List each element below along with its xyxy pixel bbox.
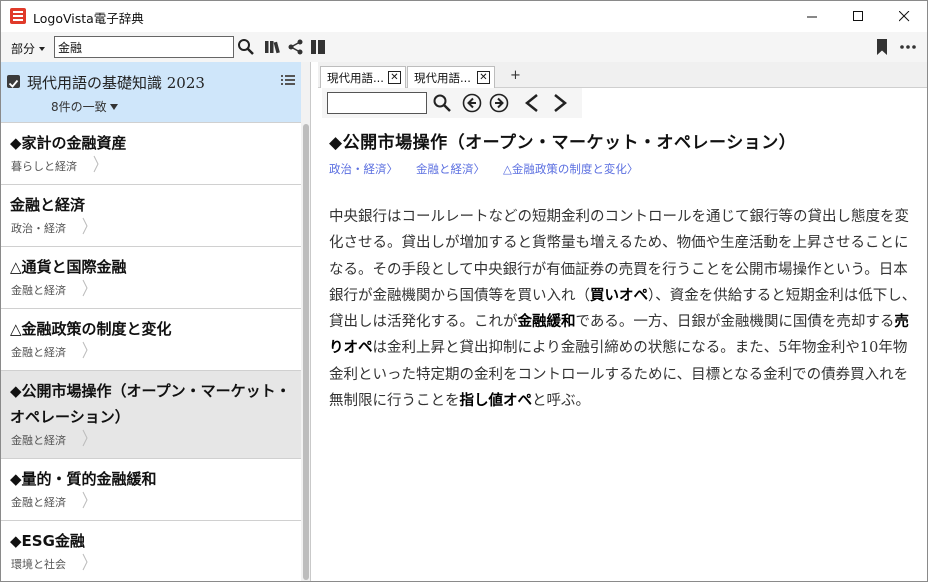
chevron-right-icon [82,553,88,571]
results-list: ◆家計の金融資産 暮らしと経済 金融と経済 政治・経済 △通貨と国際金融 金融と… [1,122,301,581]
search-scope-dropdown[interactable]: 部分 [11,40,46,57]
article-title: ◆公開市場操作（オープン・マーケット・オペレーション） [329,133,797,153]
breadcrumb: 政治・経済〉 金融と経済〉 △金融政策の制度と変化〉 [329,161,638,177]
books-icon[interactable] [264,38,282,56]
hit-count: 8件の一致 [51,100,107,114]
maximize-icon [852,11,863,21]
in-article-search-input[interactable] [327,92,427,114]
magnifier-icon[interactable] [432,93,452,113]
back-circle-icon[interactable] [462,93,482,113]
entry-title: △金融政策の制度と変化 [10,320,172,338]
main-toolbar: 部分 [1,32,927,62]
entry-category: 金融と経済 [11,496,66,509]
body-text: は金利上昇と貸出抑制により金融引締めの状態になる。また、5年物金利や10年物金利… [329,340,909,410]
chevron-right-icon [82,491,88,509]
chevron-right-icon [82,217,88,235]
tab-strip: 現代用語... ✕ 現代用語... ✕ + [318,62,927,88]
dictionary-name: 現代用語の基礎知識 2023 [27,74,205,92]
entry-category: 金融と経済 [11,346,66,359]
minimize-icon [806,16,817,18]
entry-title: ◆量的・質的金融緩和 [10,470,157,488]
keyword: 買いオペ [590,287,648,304]
entry-title: ◆家計の金融資産 [10,134,127,152]
logovista-app-icon [10,8,26,24]
window-title: LogoVista電子辞典 [33,11,144,26]
bookmark-icon[interactable] [873,38,891,56]
caret-down-icon [109,103,118,110]
close-button[interactable] [881,1,927,32]
entry-title: ◆公開市場操作（オープン・マーケット・オペレーション） [10,382,291,426]
tab-article-2[interactable]: 現代用語... ✕ [407,66,495,88]
panel-layout-icon[interactable] [309,38,327,56]
forward-circle-icon[interactable] [489,93,509,113]
results-scroll-thumb[interactable] [303,124,309,580]
entry-category: 政治・経済 [11,222,66,235]
app-window: LogoVista電子辞典 部分 金融 現代用語の基礎知識 2023 8件の一致… [0,0,928,582]
close-icon [898,11,909,22]
chevron-right-icon [82,429,88,447]
chevron-left-icon[interactable] [522,93,542,113]
close-tab-icon[interactable]: ✕ [388,71,401,84]
maximize-button[interactable] [835,1,881,32]
list-item[interactable]: ◆量的・質的金融緩和 金融と経済 [1,458,301,520]
dictionary-header[interactable]: 現代用語の基礎知識 2023 8件の一致 [1,62,301,122]
tab-label: 現代用語... [414,71,471,85]
check-icon [8,79,19,88]
dictionary-checkbox[interactable] [7,75,20,88]
list-item-selected[interactable]: ◆公開市場操作（オープン・マーケット・オペレーション） 金融と経済 [1,370,301,458]
list-item[interactable]: 金融と経済 政治・経済 [1,184,301,246]
minimize-button[interactable] [789,1,835,32]
share-icon[interactable] [287,38,305,56]
keyword: 指し値オペ [459,393,533,410]
new-tab-button[interactable]: + [510,68,521,83]
list-item[interactable]: ◆ESG金融 環境と社会 [1,520,301,581]
entry-title: ◆ESG金融 [10,532,85,550]
entry-category: 金融と経済 [11,434,66,447]
list-item[interactable]: △金融政策の制度と変化 金融と経済 [1,308,301,370]
breadcrumb-link[interactable]: 金融と経済〉 [416,161,485,177]
list-icon[interactable] [281,74,295,86]
chevron-down-icon [39,47,46,51]
entry-category: 金融と経済 [11,284,66,297]
body-text: である。一方、日銀が金融機関に国債を売却する [575,314,895,331]
title-bar: LogoVista電子辞典 [1,1,927,32]
tab-label: 現代用語... [327,71,384,85]
chevron-right-icon[interactable] [550,93,570,113]
keyword: 金融緩和 [517,314,576,331]
magnifier-icon[interactable] [237,38,255,56]
results-pane: 現代用語の基礎知識 2023 8件の一致 ◆家計の金融資産 暮らしと経済 金融と… [1,62,311,581]
article-toolbar [322,88,582,118]
chevron-right-icon [82,341,88,359]
entry-category: 暮らしと経済 [11,160,77,173]
body-text: と呼ぶ。 [532,393,590,410]
entry-category: 環境と社会 [11,558,66,571]
list-item[interactable]: ◆家計の金融資産 暮らしと経済 [1,122,301,184]
article-body: 中央銀行はコールレートなどの短期金利のコントロールを通じて銀行等の貸出し態度を変… [329,204,917,414]
chevron-right-icon [82,279,88,297]
breadcrumb-link[interactable]: △金融政策の制度と変化〉 [503,161,638,177]
list-item[interactable]: △通貨と国際金融 金融と経済 [1,246,301,308]
article-pane: 現代用語... ✕ 現代用語... ✕ + ◆公開市場操作（オープン・マーケット… [318,62,927,581]
close-tab-icon[interactable]: ✕ [477,71,490,84]
chevron-right-icon [93,155,99,173]
search-scope-label: 部分 [11,42,36,56]
search-input[interactable] [54,36,234,58]
more-icon[interactable] [899,38,917,56]
tab-article-1[interactable]: 現代用語... ✕ [320,66,406,88]
entry-title: △通貨と国際金融 [10,258,127,276]
breadcrumb-link[interactable]: 政治・経済〉 [329,161,398,177]
hit-count-dropdown[interactable]: 8件の一致 [51,98,118,115]
entry-title: 金融と経済 [10,196,86,214]
